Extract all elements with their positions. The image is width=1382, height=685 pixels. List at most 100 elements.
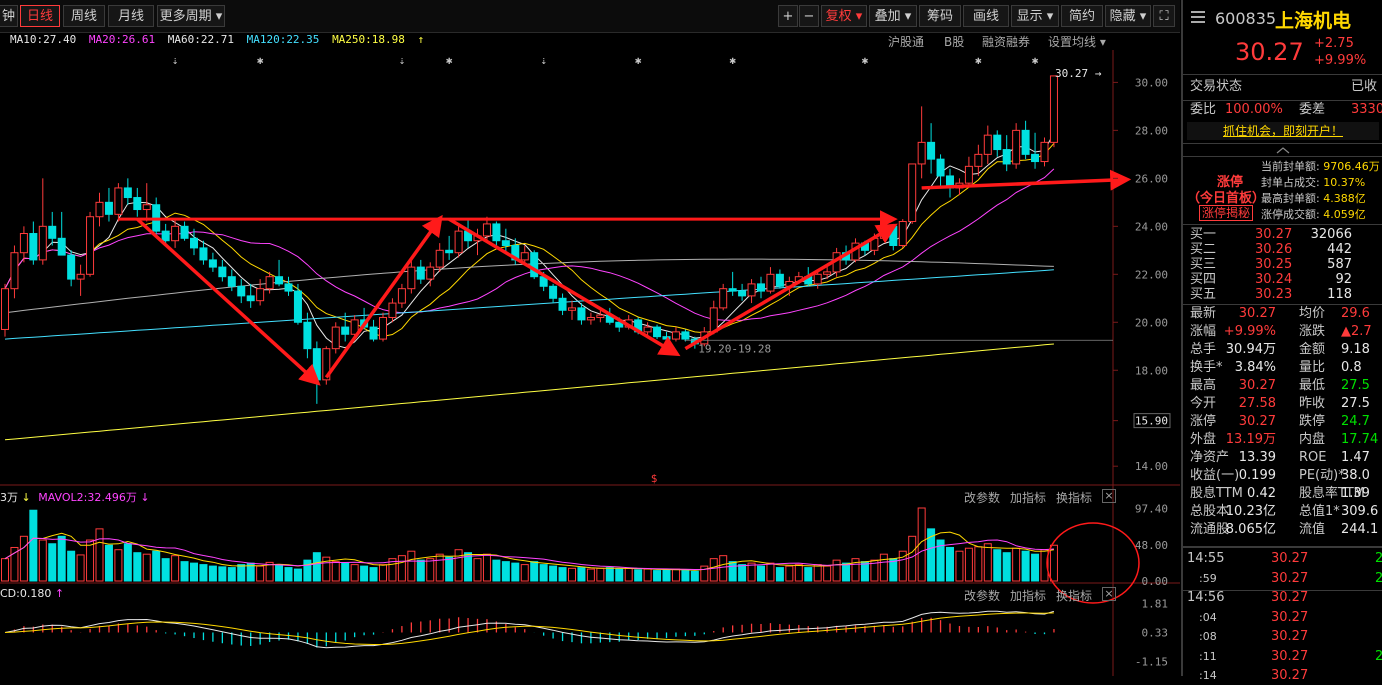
volume-bar [142, 553, 151, 582]
volume-bar [501, 561, 510, 582]
stat-label: 流通股 [1190, 522, 1230, 537]
bid-row[interactable]: 买二 30.26 442 [1183, 242, 1382, 257]
volume-bar [558, 567, 567, 582]
tab-daily[interactable]: 日线 [20, 5, 60, 27]
stat-label: 最高 [1190, 378, 1217, 393]
vol-add-indicator[interactable]: 加指标 [1010, 489, 1046, 506]
macd-add-indicator[interactable]: 加指标 [1010, 587, 1046, 604]
vol-edit-params[interactable]: 改参数 [964, 489, 1000, 506]
hsgt-link[interactable]: 沪股通 [888, 33, 924, 50]
candle-body [114, 187, 123, 215]
volume-bar [57, 535, 66, 582]
collapse-handle[interactable] [1183, 143, 1382, 156]
volume-bar [879, 553, 888, 582]
stat-label: 量比 [1299, 360, 1326, 375]
macd-swap-indicator[interactable]: 换指标 [1056, 587, 1092, 604]
open-account-link[interactable]: 抓住机会，即刻开户！ [1187, 122, 1379, 140]
candle-body [426, 266, 435, 280]
bid-book: 买一 30.27 32066 买二 30.26 442 买三 30.25 587 买四 30.24 9… [1183, 224, 1382, 302]
candle-body [29, 233, 38, 261]
volume-bar [284, 567, 293, 582]
candle-body [501, 240, 510, 247]
bshare-link[interactable]: B股 [944, 33, 964, 50]
first-board-tag: （今日首板） [1187, 191, 1266, 206]
volume-bar [775, 567, 784, 582]
zoom-out-button[interactable]: − [799, 5, 819, 27]
volume-bar [1049, 544, 1058, 582]
bid-row[interactable]: 买四 30.24 92 [1183, 272, 1382, 287]
candle-body [860, 242, 869, 251]
bid-price: 30.27 [1255, 227, 1293, 242]
price-tick-label: 30.00 [1135, 76, 1168, 89]
stat-label: 涨跌 [1299, 324, 1326, 339]
tick-price: 30.27 [1271, 590, 1309, 605]
macd-edit-params[interactable]: 改参数 [964, 587, 1000, 604]
tab-minute[interactable]: 钟 [0, 5, 18, 27]
candle-body [813, 273, 822, 285]
overlay-button[interactable]: 叠加 ▾ [869, 5, 917, 27]
candle-body [1031, 153, 1040, 163]
tab-more-periods[interactable]: 更多周期 ▾ [157, 5, 225, 27]
candle-body [549, 285, 558, 299]
stat-label: 总值1* [1299, 504, 1340, 519]
event-marker: ✱ [257, 54, 264, 67]
candle-body [1021, 129, 1030, 155]
menu-icon[interactable] [1191, 10, 1205, 24]
hide-button[interactable]: 隐藏 ▾ [1105, 5, 1151, 27]
bid-label: 买三 [1190, 257, 1217, 272]
kline-chart[interactable]: 19.20-19.28 30.27 → $ 30.00 28.00 26.00 24.00… [0, 0, 1180, 676]
candle-body [879, 225, 888, 239]
candle-body [851, 242, 860, 261]
candle-body [927, 141, 936, 160]
candle-body [1, 288, 9, 330]
simple-button[interactable]: 简约 [1061, 5, 1103, 27]
stats-table: 最新 30.27 均价 29.6 涨幅 +9.99% 涨跌 ▲2.7 总手 30.94万 金额 9.1… [1183, 304, 1382, 543]
candle-body [785, 280, 794, 287]
candle-body [766, 273, 775, 292]
margin-link[interactable]: 融资融券 [982, 33, 1030, 50]
candle-body [671, 331, 680, 340]
chips-button[interactable]: 筹码 [919, 5, 961, 27]
ma-arrow-icon[interactable]: ↑ [418, 33, 425, 46]
price-tick-label: 24.00 [1135, 220, 1168, 233]
vol-swap-indicator[interactable]: 换指标 [1056, 489, 1092, 506]
zoom-in-button[interactable]: + [778, 5, 798, 27]
set-ma-link[interactable]: 设置均线 ▾ [1048, 33, 1106, 50]
ma20-line [4, 168, 1055, 321]
bid-row[interactable]: 买三 30.25 587 [1183, 257, 1382, 272]
fullscreen-icon[interactable]: ⛶ [1153, 5, 1175, 27]
tab-weekly[interactable]: 周线 [63, 5, 105, 27]
bid-volume: 587 [1327, 257, 1352, 272]
candle-body [870, 237, 879, 251]
stat-value: 17.74 [1341, 432, 1379, 447]
volume-bar [662, 569, 671, 582]
stat-value: 13.39 [1238, 450, 1276, 465]
vol-close-icon[interactable]: × [1102, 489, 1116, 503]
bid-row[interactable]: 买一 30.27 32066 [1183, 227, 1382, 242]
tab-monthly[interactable]: 月线 [108, 5, 154, 27]
candle-body [331, 326, 340, 350]
candle-body [832, 252, 841, 273]
stat-value: ▲2.7 [1341, 324, 1372, 339]
stock-name: 上海机电 [1275, 10, 1352, 32]
stat-value: 3.84% [1234, 360, 1276, 375]
display-button[interactable]: 显示 ▾ [1011, 5, 1059, 27]
limit-secret-link[interactable]: 涨停揭秘 [1199, 205, 1254, 221]
candle-body [199, 247, 208, 261]
bid-row[interactable]: 买五 30.23 118 [1183, 287, 1382, 302]
candle-body [435, 249, 444, 268]
volume-bar [199, 564, 208, 582]
draw-line-button[interactable]: 画线 [963, 5, 1009, 27]
event-marker: ⇣ [540, 54, 547, 67]
tick-row: :04 30.27 [1183, 609, 1382, 627]
volume-bar [634, 569, 643, 582]
bid-price: 30.26 [1255, 242, 1293, 257]
macd-tick-label: -1.15 [1135, 655, 1168, 668]
macd-close-icon[interactable]: × [1102, 587, 1116, 601]
price-tick-label: 22.00 [1135, 268, 1168, 281]
candle-body [955, 182, 964, 189]
adjust-rights-button[interactable]: 复权 ▾ [821, 5, 867, 27]
stat-label: 内盘 [1299, 432, 1326, 447]
volume-bar [709, 558, 718, 582]
trend-arrow [324, 214, 443, 379]
